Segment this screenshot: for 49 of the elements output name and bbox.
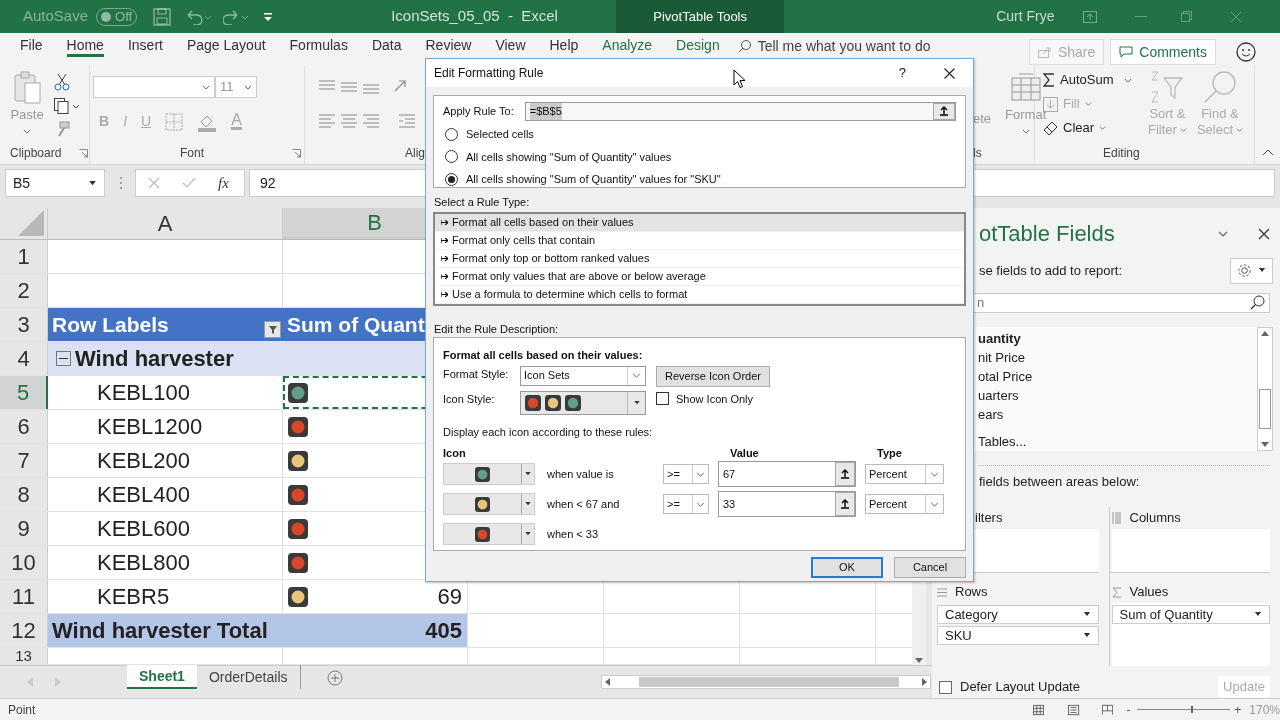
table-cell-text: KEBL1200 bbox=[97, 413, 203, 441]
group-label: Clipboard bbox=[10, 145, 62, 162]
table-cell-text: Wind harvester bbox=[75, 345, 234, 373]
area-label: Rows bbox=[955, 583, 988, 602]
panel-caption: fields between areas below: bbox=[979, 472, 1141, 491]
table-cell-text: 69 bbox=[437, 583, 462, 611]
section-label: Select a Rule Type: bbox=[434, 195, 531, 209]
field-label: Apply Rule To: bbox=[443, 104, 514, 120]
description-heading: Format all cells based on their values: bbox=[443, 348, 644, 363]
group-label: Font bbox=[180, 145, 204, 162]
field-label: Format Style: bbox=[443, 366, 510, 382]
table-cell-text: KEBL600 bbox=[97, 515, 190, 543]
condition-text: when value is bbox=[546, 466, 615, 482]
status-text: Point bbox=[8, 701, 36, 719]
table-cell-text: KEBR5 bbox=[97, 583, 170, 611]
area-label: ilters bbox=[975, 509, 1003, 528]
table-cell-text: 405 bbox=[425, 617, 462, 645]
panel-subtitle: se fields to add to report: bbox=[979, 262, 1123, 280]
area-label: Columns bbox=[1129, 509, 1181, 528]
document-title: IconSets_05_05 - Excel bbox=[391, 6, 559, 27]
user-name: Curt Frye bbox=[996, 7, 1055, 26]
column-label: Icon bbox=[443, 445, 467, 461]
condition-text: when < 67 and bbox=[546, 496, 621, 512]
table-cell-text: KEBL400 bbox=[97, 481, 190, 509]
table-cell-text: Sum of Quant bbox=[287, 311, 425, 338]
caption-text: Display each icon according to these rules: bbox=[443, 424, 654, 440]
context-tab-label: PivotTable Tools bbox=[616, 0, 785, 33]
column-label: Value bbox=[730, 445, 760, 461]
table-cell-text: Row Labels bbox=[52, 311, 169, 338]
section-label: Edit the Rule Description: bbox=[434, 322, 560, 336]
field-label: Icon Style: bbox=[443, 391, 496, 407]
condition-text: when < 33 bbox=[546, 526, 600, 542]
table-cell-text: KEBL200 bbox=[97, 447, 190, 475]
group-label: ls bbox=[973, 145, 982, 162]
radio-label: All cells showing "Sum of Quantity" values bbox=[466, 149, 672, 165]
radio-label: Selected cells bbox=[466, 127, 534, 142]
group-label: Alig bbox=[405, 145, 425, 162]
autosave-label: AutoSave bbox=[23, 6, 89, 27]
group-label: Editing bbox=[1103, 145, 1140, 162]
table-cell-text: KEBL800 bbox=[97, 549, 190, 577]
checkbox-label: Show Icon Only bbox=[676, 391, 754, 407]
checkbox-label: Defer Layout Update bbox=[960, 678, 1080, 697]
dialog-title: Edit Formatting Rule bbox=[434, 65, 544, 82]
table-cell-text: Wind harvester Total bbox=[52, 617, 268, 645]
area-label: Values bbox=[1129, 583, 1169, 602]
column-label: Type bbox=[877, 445, 902, 461]
panel-title: otTable Fields bbox=[979, 220, 1115, 248]
table-cell-text: KEBL100 bbox=[97, 379, 190, 407]
radio-label: All cells showing "Sum of Quantity" values for "SKU" bbox=[466, 172, 721, 187]
